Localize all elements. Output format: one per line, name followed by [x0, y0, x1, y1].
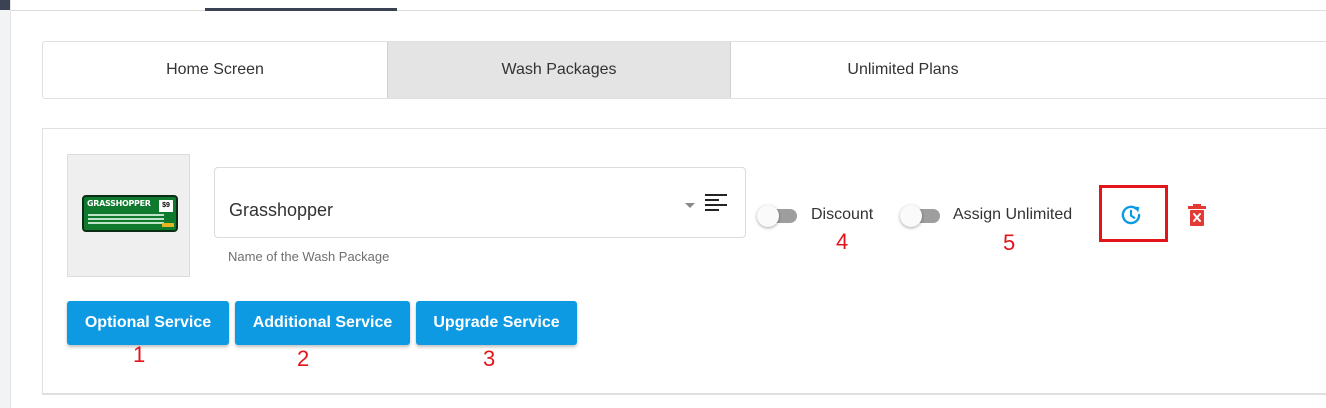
assign-unlimited-toggle-knob	[900, 205, 922, 227]
package-name-select[interactable]: Grasshopper	[214, 167, 746, 238]
package-image-brand: GRASSHOPPER	[87, 199, 151, 208]
delete-icon[interactable]	[1187, 203, 1207, 227]
assign-unlimited-label: Assign Unlimited	[953, 206, 1073, 223]
package-image-upload[interactable]: GRASSHOPPER $9	[67, 154, 190, 277]
assign-unlimited-toggle[interactable]	[900, 205, 940, 227]
discount-label: Discount	[811, 206, 874, 223]
optional-service-button[interactable]: Optional Service	[67, 301, 229, 345]
package-name-helper: Name of the Wash Package	[228, 249, 390, 264]
annotation-marker-3: 3	[483, 346, 496, 371]
package-image: GRASSHOPPER $9	[82, 195, 178, 232]
annotation-marker-4: 4	[836, 229, 849, 254]
discount-toggle[interactable]	[757, 205, 797, 227]
package-image-stripe	[162, 223, 174, 227]
section-tabs: Home Screen Wash Packages Unlimited Plan…	[42, 41, 1326, 99]
left-sidebar-edge	[0, 0, 11, 408]
discount-toggle-knob	[757, 205, 779, 227]
package-image-feature-lines	[88, 214, 164, 226]
package-image-price: $9	[159, 200, 173, 212]
tab-wash-packages[interactable]: Wash Packages	[387, 42, 731, 98]
chevron-down-icon[interactable]	[685, 203, 695, 208]
annotation-marker-1: 1	[133, 342, 146, 367]
upgrade-service-button[interactable]: Upgrade Service	[416, 301, 577, 345]
sidebar-header-edge	[0, 0, 10, 10]
card-divider	[42, 394, 1326, 395]
history-icon[interactable]	[1118, 202, 1144, 228]
text-lines-icon[interactable]	[705, 193, 727, 213]
additional-service-button[interactable]: Additional Service	[235, 301, 410, 345]
package-name-value: Grasshopper	[229, 200, 334, 220]
annotation-marker-2: 2	[297, 346, 310, 371]
tab-home-screen[interactable]: Home Screen	[43, 42, 387, 98]
annotation-marker-5: 5	[1003, 230, 1016, 255]
top-tab-active-indicator	[205, 8, 397, 11]
tab-unlimited-plans[interactable]: Unlimited Plans	[731, 42, 1075, 98]
